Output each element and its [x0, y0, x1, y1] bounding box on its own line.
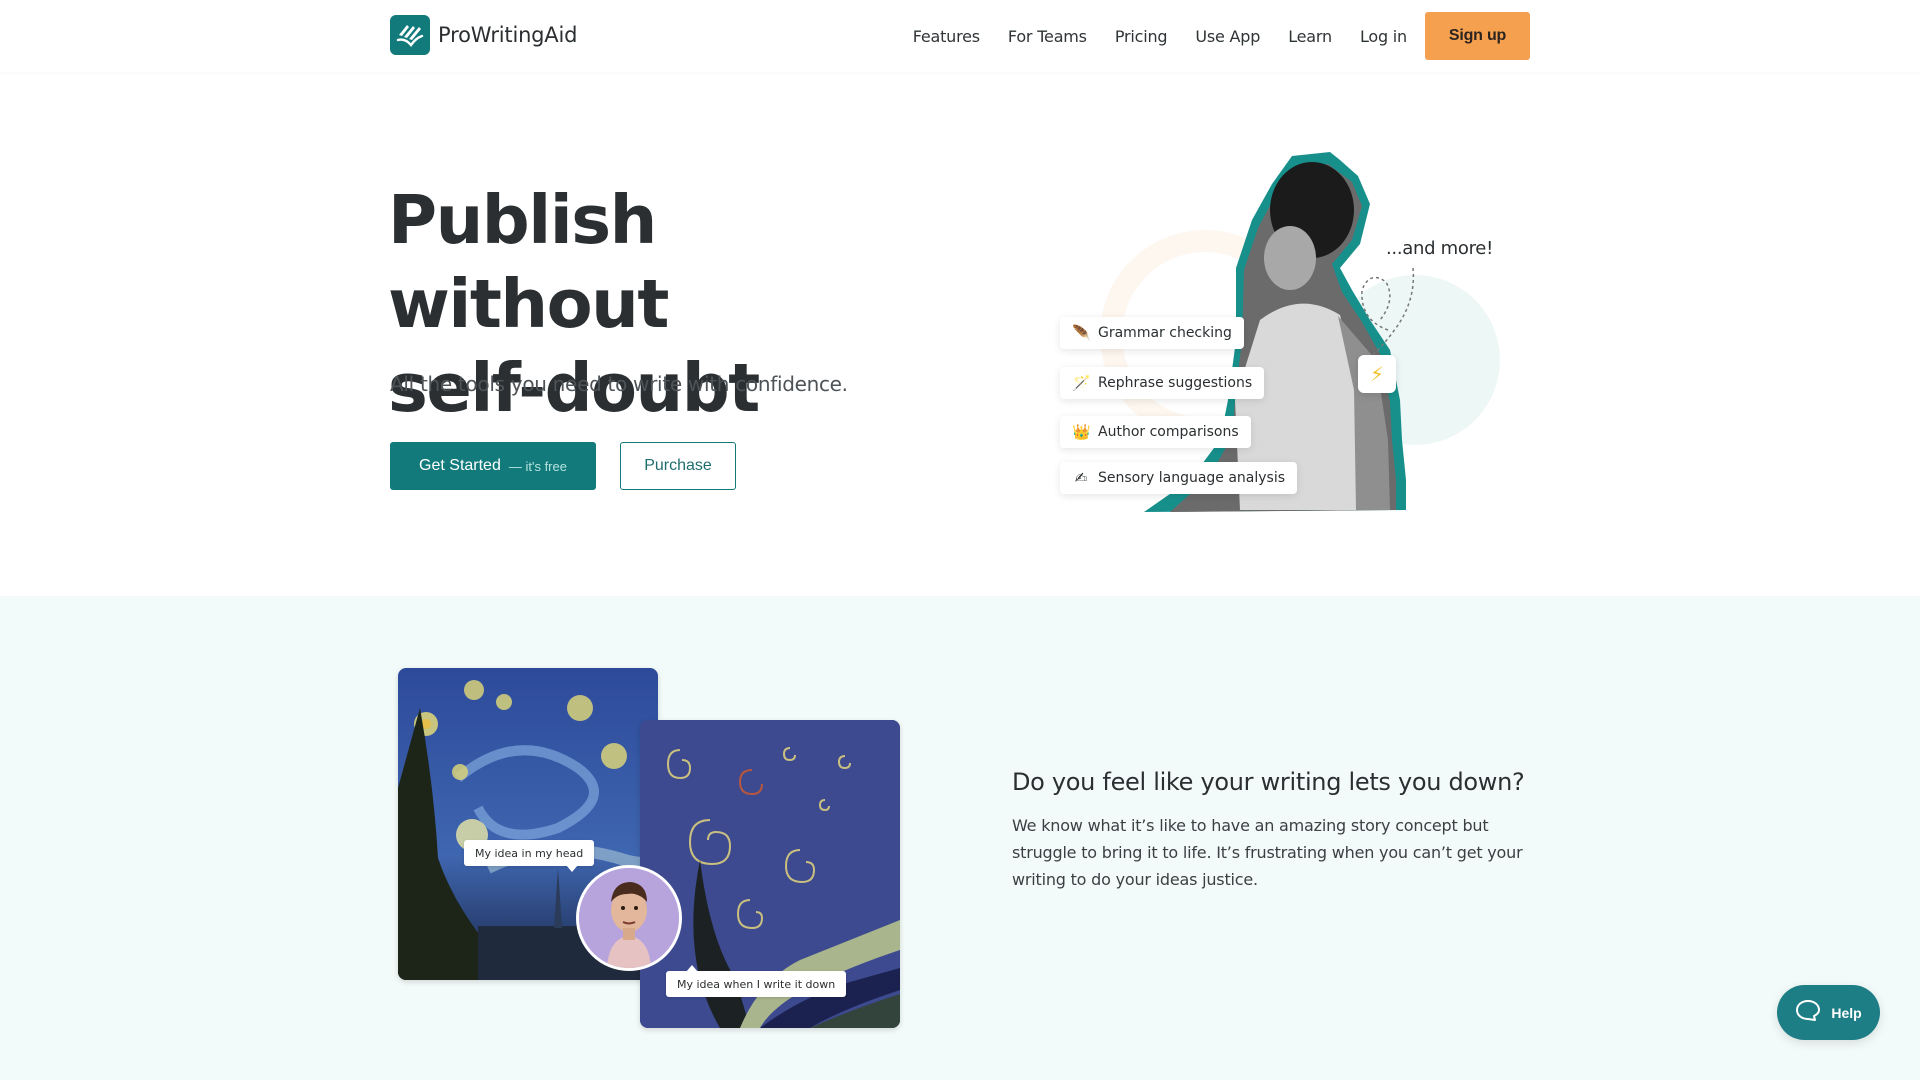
bolt-badge: ⚡	[1358, 355, 1396, 393]
site-header: ProWritingAid Features For Teams Pricing…	[0, 0, 1920, 72]
section-body: We know what it’s like to have an amazin…	[1012, 816, 1523, 889]
help-button[interactable]: Help	[1777, 985, 1880, 1040]
sign-up-button[interactable]: Sign up	[1425, 12, 1530, 60]
chat-bubble-icon	[1795, 999, 1821, 1026]
nav-features[interactable]: Features	[913, 27, 980, 46]
speech-bubble-head: My idea in my head	[464, 840, 595, 872]
man-avatar	[576, 865, 682, 971]
writing-hand-icon: ✍	[1074, 469, 1088, 487]
main-nav: Features For Teams Pricing Use App Learn…	[913, 12, 1530, 60]
purchase-button[interactable]: Purchase	[620, 442, 736, 490]
brand-name: ProWritingAid	[438, 23, 578, 47]
section-title: Do you feel like your writing lets you d…	[1012, 768, 1525, 796]
pain-point-section	[0, 596, 1920, 1080]
feature-label: Sensory language analysis	[1098, 470, 1286, 486]
feature-card-grammar: 🪶 Grammar checking	[1060, 317, 1244, 349]
prowritingaid-logo-icon	[390, 15, 430, 55]
help-label: Help	[1831, 1004, 1862, 1021]
speech-bubble-write: My idea when I write it down	[666, 965, 847, 997]
feature-card-rephrase: 🪄 Rephrase suggestions	[1060, 367, 1265, 399]
idea-comparison-illustration: My idea in my head My idea when I write …	[398, 668, 900, 1028]
get-started-label: Get Started	[419, 457, 501, 474]
and-more-label: ...and more!	[1386, 238, 1493, 259]
lightning-bolt-icon: ⚡	[1369, 362, 1385, 386]
hero-illustration: ...and more! ⚡ 🪶 Grammar checking 🪄 Reph…	[1040, 140, 1520, 520]
feature-card-sensory: ✍ Sensory language analysis	[1060, 462, 1298, 494]
crown-icon: 👑	[1072, 423, 1091, 441]
hero-subtitle: All the tools you need to write with con…	[390, 372, 848, 396]
nav-use-app[interactable]: Use App	[1195, 27, 1260, 46]
nav-for-teams[interactable]: For Teams	[1008, 27, 1087, 46]
hero-title-line-1: Publish without	[388, 181, 669, 343]
feather-icon: 🪶	[1072, 324, 1091, 342]
nav-learn[interactable]: Learn	[1288, 27, 1332, 46]
feature-label: Author comparisons	[1098, 424, 1239, 440]
feature-card-author: 👑 Author comparisons	[1060, 416, 1251, 448]
magic-wand-icon: 🪄	[1072, 374, 1091, 392]
brand-logo-link[interactable]: ProWritingAid	[390, 15, 577, 55]
feature-label: Rephrase suggestions	[1098, 375, 1253, 391]
get-started-button[interactable]: Get Started — it's free	[390, 442, 596, 490]
nav-log-in[interactable]: Log in	[1360, 27, 1407, 46]
nav-pricing[interactable]: Pricing	[1115, 27, 1168, 46]
feature-label: Grammar checking	[1098, 325, 1232, 341]
free-note: — it's free	[508, 458, 567, 474]
